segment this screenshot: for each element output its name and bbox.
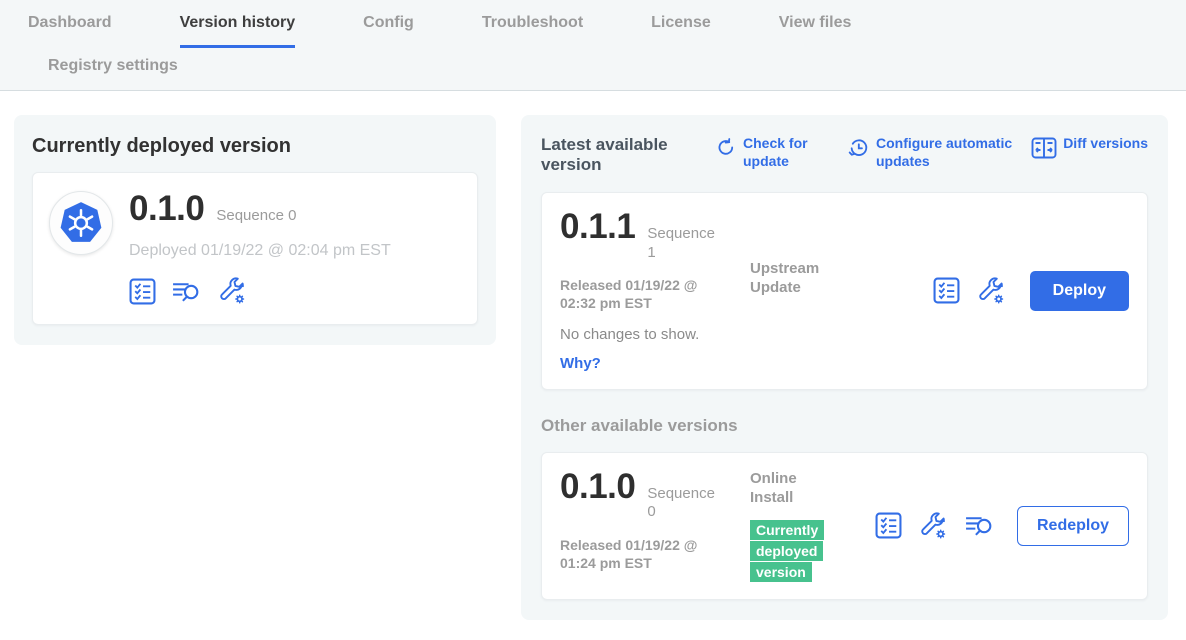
schedule-update-icon	[848, 136, 870, 160]
config-wrench-icon[interactable]	[918, 511, 948, 541]
other-version-source: Online Install	[750, 469, 842, 508]
preflight-checklist-icon[interactable]	[933, 277, 960, 304]
preflight-checklist-icon[interactable]	[129, 278, 156, 305]
kubernetes-icon	[58, 200, 104, 246]
latest-version-source: Upstream Update	[750, 209, 842, 298]
other-versions-title: Other available versions	[541, 416, 1148, 436]
latest-version-actions: Deploy	[933, 271, 1129, 311]
tab-config[interactable]: Config	[363, 14, 414, 45]
refresh-icon	[717, 136, 737, 158]
diff-versions-label: Diff versions	[1063, 135, 1148, 153]
config-wrench-icon[interactable]	[976, 276, 1006, 306]
currently-deployed-title: Currently deployed version	[32, 135, 478, 158]
currently-deployed-panel: Currently deployed version	[14, 115, 496, 345]
latest-version-title: Latest available version	[541, 135, 701, 176]
deployed-version-number: 0.1.0	[129, 191, 204, 226]
currently-deployed-badge-wrap: Currently deployed version	[750, 520, 822, 583]
deployed-version-card: 0.1.0 Sequence 0 Deployed 01/19/22 @ 02:…	[32, 172, 478, 325]
deployed-actions	[129, 276, 391, 306]
tab-version-history[interactable]: Version history	[180, 14, 296, 48]
diff-versions-link[interactable]: Diff versions	[1031, 135, 1148, 160]
app-logo	[49, 191, 113, 255]
configure-auto-updates-link[interactable]: Configure automatic updates	[848, 135, 1018, 170]
latest-version-header: Latest available version Check for updat…	[541, 135, 1148, 176]
no-changes-text: No changes to show.	[560, 326, 750, 343]
redeploy-button[interactable]: Redeploy	[1017, 506, 1129, 546]
other-version-source-col: Online Install Currently deployed versio…	[750, 469, 842, 583]
preflight-checklist-icon[interactable]	[875, 512, 902, 539]
latest-version-info: 0.1.1 Sequence 1 Released 01/19/22 @ 02:…	[560, 209, 750, 373]
tab-troubleshoot[interactable]: Troubleshoot	[482, 14, 583, 45]
other-version-info: 0.1.0 Sequence 0 Released 01/19/22 @ 01:…	[560, 469, 750, 573]
app-nav: Dashboard Version history Config Trouble…	[0, 0, 1186, 91]
other-version-card: 0.1.0 Sequence 0 Released 01/19/22 @ 01:…	[541, 452, 1148, 600]
deployed-version-info: 0.1.0 Sequence 0 Deployed 01/19/22 @ 02:…	[129, 191, 391, 306]
why-link[interactable]: Why?	[560, 355, 601, 372]
page-content: Currently deployed version	[0, 91, 1186, 620]
latest-version-card: 0.1.1 Sequence 1 Released 01/19/22 @ 02:…	[541, 192, 1148, 390]
release-notes-icon[interactable]	[964, 512, 995, 539]
release-notes-icon[interactable]	[171, 278, 202, 305]
latest-sequence: Sequence 1	[647, 225, 713, 263]
available-versions-panel: Latest available version Check for updat…	[521, 115, 1168, 620]
tab-license[interactable]: License	[651, 14, 711, 45]
latest-released-timestamp: Released 01/19/22 @ 02:32 pm EST	[560, 276, 732, 312]
other-version-actions: Redeploy	[875, 506, 1129, 546]
tab-dashboard[interactable]: Dashboard	[28, 14, 112, 45]
deployed-sequence: Sequence 0	[216, 207, 296, 224]
deploy-button[interactable]: Deploy	[1030, 271, 1129, 311]
nav-row-1: Dashboard Version history Config Trouble…	[28, 14, 1186, 48]
other-released-timestamp: Released 01/19/22 @ 01:24 pm EST	[560, 536, 732, 572]
latest-version-number: 0.1.1	[560, 209, 635, 244]
diff-icon	[1031, 136, 1057, 160]
other-version-number: 0.1.0	[560, 469, 635, 504]
deployed-timestamp: Deployed 01/19/22 @ 02:04 pm EST	[129, 242, 391, 260]
tab-view-files[interactable]: View files	[779, 14, 852, 45]
check-for-update-label: Check for update	[743, 135, 820, 170]
other-sequence: Sequence 0	[647, 485, 713, 523]
config-wrench-icon[interactable]	[217, 276, 247, 306]
currently-deployed-badge: Currently deployed version	[750, 520, 824, 582]
configure-auto-updates-label: Configure automatic updates	[876, 135, 1018, 170]
nav-row-2: Registry settings	[28, 48, 1186, 81]
tab-registry-settings[interactable]: Registry settings	[48, 57, 178, 87]
check-for-update-link[interactable]: Check for update	[717, 135, 820, 170]
